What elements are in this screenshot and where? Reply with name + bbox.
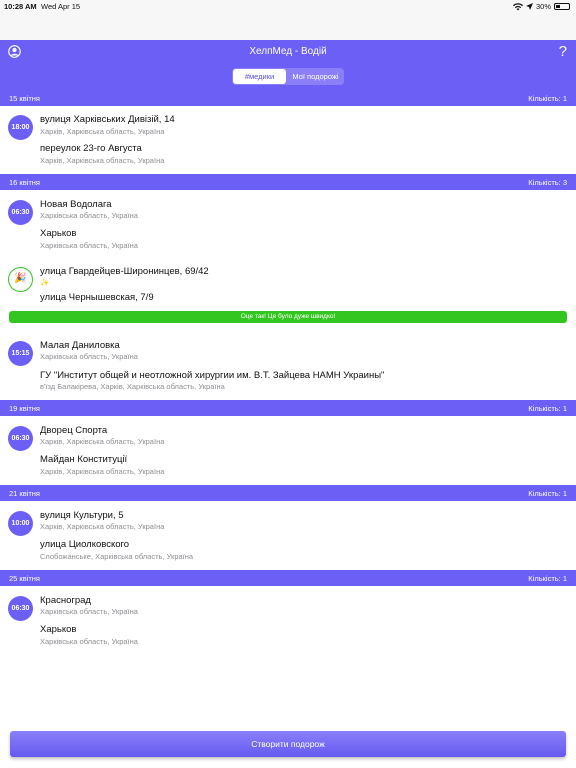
trip-from-sub: Харків, Харківська область, Україна: [40, 522, 165, 531]
section-header: 15 квітня Кількість: 1: [0, 90, 576, 106]
trip-to-sub: Слобожанське, Харківська область, Україн…: [40, 552, 194, 561]
success-banner: Оце так! Це було дуже швидко!: [9, 311, 567, 323]
tab-my-trips[interactable]: Мої подорожі: [287, 69, 344, 84]
section-count: Кількість: 3: [528, 178, 567, 187]
trip-time-badge: 18:00: [8, 115, 33, 140]
page-title: ХелпМед - Водій: [249, 46, 327, 57]
trip-to: улица Чернышевская, 7/9: [40, 292, 154, 303]
wifi-icon: [512, 2, 523, 10]
trip-time-badge: 10:00: [8, 511, 33, 536]
section-count: Кількість: 1: [528, 404, 567, 413]
trip-to: улица Циолковского: [40, 539, 130, 550]
top-gray-bar: [0, 14, 576, 40]
trip-from: Малая Даниловка: [40, 340, 120, 351]
trip-to-sub: в'їзд Балакірева, Харків, Харківська обл…: [40, 382, 225, 391]
trip-from-sub: Харків, Харківська область, Україна: [40, 127, 165, 136]
create-trip-button[interactable]: Створити подорож: [10, 731, 566, 757]
battery-fill: [556, 5, 560, 8]
help-button[interactable]: ?: [559, 43, 567, 60]
section-date: 15 квітня: [9, 94, 40, 103]
tab-control: #медики Мої подорожі: [232, 68, 344, 85]
section-date: 21 квітня: [9, 489, 40, 498]
battery-percent: 30%: [535, 2, 551, 11]
status-bar: 10:28 AM Wed Apr 15 30%: [0, 0, 576, 14]
trip-item[interactable]: 18:00 вулиця Харківських Дивізій, 14 Хар…: [0, 106, 576, 174]
status-right: 30%: [512, 2, 570, 11]
trip-time-badge: 06:30: [8, 426, 33, 451]
trip-to: Майдан Конституції: [40, 454, 128, 465]
section-date: 16 квітня: [9, 178, 40, 187]
trip-item[interactable]: 10:00 вулиця Культури, 5 Харків, Харківс…: [0, 501, 576, 569]
section-count: Кількість: 1: [528, 489, 567, 498]
trip-from: улица Гвардейцев-Широнинцев, 69/42: [40, 266, 209, 277]
sparkle-icon: ✨: [40, 278, 50, 287]
section-header: 21 квітня Кількість: 1: [0, 485, 576, 501]
completed-party-icon: 🎉: [8, 267, 33, 292]
trip-item[interactable]: 06:30 Новая Водолага Харківська область,…: [0, 190, 576, 258]
trip-from: вулиця Культури, 5: [40, 510, 124, 521]
battery-icon: [554, 3, 570, 10]
trip-to: Харьков: [40, 228, 77, 239]
location-icon: [525, 3, 533, 10]
trip-to: ГУ "Институт общей и неотложной хирургии…: [40, 370, 385, 381]
trip-to-sub: Харківська область, Україна: [40, 241, 138, 250]
trip-from-sub: Харків, Харківська область, Україна: [40, 437, 165, 446]
trip-to-sub: Харків, Харківська область, Україна: [40, 467, 165, 476]
trip-time-badge: 15:15: [8, 341, 33, 366]
tab-medics[interactable]: #медики: [233, 69, 286, 84]
trip-item[interactable]: 15:15 Малая Даниловка Харківська область…: [0, 330, 576, 400]
trip-from: Красноград: [40, 595, 91, 606]
section-date: 25 квітня: [9, 574, 40, 583]
trip-item[interactable]: 06:30 Дворец Спорта Харків, Харківська о…: [0, 416, 576, 484]
trip-to-sub: Харків, Харківська область, Україна: [40, 156, 165, 165]
trip-time-badge: 06:30: [8, 596, 33, 621]
trip-item[interactable]: 06:30 Красноград Харківська область, Укр…: [0, 586, 576, 654]
trip-to: Харьков: [40, 624, 77, 635]
trip-from-sub: Харківська область, Україна: [40, 211, 138, 220]
trip-item[interactable]: 🎉 улица Гвардейцев-Широнинцев, 69/42 ✨ у…: [0, 258, 576, 310]
section-header: 16 квітня Кількість: 3: [0, 174, 576, 190]
section-count: Кількість: 1: [528, 574, 567, 583]
trip-from-sub: Харківська область, Україна: [40, 607, 138, 616]
trip-from-sub: Харківська область, Україна: [40, 352, 138, 361]
trip-time-badge: 06:30: [8, 200, 33, 225]
section-date: 19 квітня: [9, 404, 40, 413]
status-time: 10:28 AM: [4, 2, 37, 11]
section-header: 25 квітня Кількість: 1: [0, 570, 576, 586]
section-header: 19 квітня Кількість: 1: [0, 400, 576, 416]
trip-from: вулиця Харківських Дивізій, 14: [40, 114, 175, 125]
section-count: Кількість: 1: [528, 94, 567, 103]
trip-to-sub: Харківська область, Україна: [40, 637, 138, 646]
trip-from: Новая Водолага: [40, 199, 112, 210]
trip-from: Дворец Спорта: [40, 425, 108, 436]
trip-to: переулок 23-го Августа: [40, 143, 142, 154]
status-date: Wed Apr 15: [41, 2, 81, 11]
